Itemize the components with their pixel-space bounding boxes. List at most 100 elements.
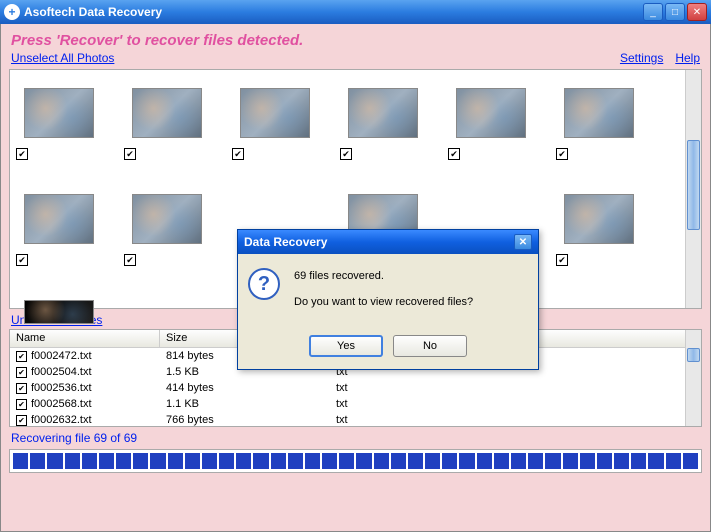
file-ext-cell: txt xyxy=(330,414,470,426)
progress-bar xyxy=(9,449,702,473)
photo-thumb[interactable]: ✔ xyxy=(338,76,428,176)
top-link-bar: Unselect All Photos Settings Help xyxy=(1,51,710,69)
photo-image[interactable] xyxy=(132,88,202,138)
titlebar: + Asoftech Data Recovery _ □ ✕ xyxy=(0,0,711,24)
dialog-title: Data Recovery xyxy=(244,235,327,249)
photo-checkbox[interactable]: ✔ xyxy=(16,148,28,160)
photo-image[interactable] xyxy=(564,194,634,244)
progress-segment xyxy=(477,453,492,469)
photos-scrollbar[interactable] xyxy=(685,70,701,308)
progress-segment xyxy=(271,453,286,469)
file-checkbox[interactable]: ✔ xyxy=(16,367,27,378)
progress-segment xyxy=(597,453,612,469)
photo-image[interactable] xyxy=(564,88,634,138)
file-checkbox[interactable]: ✔ xyxy=(16,351,27,362)
photo-thumb[interactable]: ✔ xyxy=(14,76,104,176)
window-buttons: _ □ ✕ xyxy=(643,3,707,21)
progress-segment xyxy=(185,453,200,469)
photo-thumb[interactable]: ✔ xyxy=(122,182,212,282)
photo-checkbox[interactable]: ✔ xyxy=(448,148,460,160)
photo-image[interactable] xyxy=(132,194,202,244)
photo-thumb[interactable]: ✔ xyxy=(554,76,644,176)
file-name-cell: ✔ f0002568.txt xyxy=(10,398,160,410)
photo-image[interactable] xyxy=(24,300,94,324)
progress-segment xyxy=(580,453,595,469)
photo-thumb[interactable]: ✔ xyxy=(446,76,536,176)
file-row[interactable]: ✔f0002632.txt766 bytestxt xyxy=(10,412,701,428)
progress-segment xyxy=(563,453,578,469)
photo-thumb[interactable]: ✔ xyxy=(230,76,320,176)
file-size-cell: 1.1 KB xyxy=(160,398,330,410)
close-button[interactable]: ✕ xyxy=(687,3,707,21)
file-checkbox[interactable]: ✔ xyxy=(16,415,27,426)
progress-segment xyxy=(202,453,217,469)
col-name[interactable]: Name xyxy=(10,330,160,347)
settings-link[interactable]: Settings xyxy=(620,51,663,65)
file-checkbox[interactable]: ✔ xyxy=(16,383,27,394)
progress-segment xyxy=(133,453,148,469)
progress-segment xyxy=(528,453,543,469)
dialog-text: 69 files recovered. Do you want to view … xyxy=(294,268,473,319)
file-ext-cell: txt xyxy=(330,382,470,394)
photo-thumb[interactable]: ✔ xyxy=(122,76,212,176)
photo-image[interactable] xyxy=(240,88,310,138)
yes-button[interactable]: Yes xyxy=(309,335,383,357)
progress-segment xyxy=(511,453,526,469)
progress-segment xyxy=(614,453,629,469)
progress-segment xyxy=(13,453,28,469)
window-title: Asoftech Data Recovery xyxy=(24,5,643,19)
progress-segment xyxy=(391,453,406,469)
progress-segment xyxy=(356,453,371,469)
progress-segment xyxy=(116,453,131,469)
file-row[interactable]: ✔ f0002568.txt 1.1 KBtxt xyxy=(10,396,701,412)
photo-checkbox[interactable]: ✔ xyxy=(232,148,244,160)
progress-segment xyxy=(219,453,234,469)
progress-segment xyxy=(30,453,45,469)
progress-segment xyxy=(99,453,114,469)
progress-segment xyxy=(288,453,303,469)
file-ext-cell: txt xyxy=(330,398,470,410)
minimize-button[interactable]: _ xyxy=(643,3,663,21)
progress-segment xyxy=(339,453,354,469)
photo-checkbox[interactable]: ✔ xyxy=(124,254,136,266)
dialog-close-button[interactable]: ✕ xyxy=(514,234,532,250)
photo-checkbox[interactable]: ✔ xyxy=(124,148,136,160)
instruction-text: Press 'Recover' to recover files detecte… xyxy=(1,24,710,51)
progress-segment xyxy=(236,453,251,469)
progress-segment xyxy=(253,453,268,469)
photo-image[interactable] xyxy=(348,88,418,138)
file-name-cell: ✔f0002504.txt xyxy=(10,366,160,378)
file-row[interactable]: ✔f0002536.txt414 bytestxt xyxy=(10,380,701,396)
status-text: Recovering file 69 of 69 xyxy=(1,427,710,447)
photo-image[interactable] xyxy=(24,194,94,244)
content-area: Press 'Recover' to recover files detecte… xyxy=(0,24,711,532)
progress-segment xyxy=(150,453,165,469)
maximize-button[interactable]: □ xyxy=(665,3,685,21)
files-scrollbar[interactable] xyxy=(685,330,701,426)
file-name: f0002536.txt xyxy=(31,382,92,394)
file-name-cell: ✔ f0002472.txt xyxy=(10,350,160,362)
unselect-all-photos-link[interactable]: Unselect All Photos xyxy=(11,51,114,65)
photo-image[interactable] xyxy=(24,88,94,138)
progress-segment xyxy=(683,453,698,469)
photo-thumb[interactable] xyxy=(14,288,104,328)
dialog-titlebar: Data Recovery ✕ xyxy=(238,230,538,254)
progress-segment xyxy=(666,453,681,469)
photo-image[interactable] xyxy=(456,88,526,138)
help-link[interactable]: Help xyxy=(675,51,700,65)
photo-checkbox[interactable]: ✔ xyxy=(556,254,568,266)
photo-thumb[interactable]: ✔ xyxy=(554,182,644,282)
progress-segment xyxy=(648,453,663,469)
photo-checkbox[interactable]: ✔ xyxy=(16,254,28,266)
file-name: f0002472.txt xyxy=(31,350,92,362)
photos-scrollbar-thumb[interactable] xyxy=(687,140,700,230)
photo-thumb[interactable]: ✔ xyxy=(14,182,104,282)
file-checkbox[interactable]: ✔ xyxy=(16,399,27,410)
dialog-line1: 69 files recovered. xyxy=(294,268,473,286)
files-scrollbar-thumb[interactable] xyxy=(687,348,700,362)
no-button[interactable]: No xyxy=(393,335,467,357)
photo-checkbox[interactable]: ✔ xyxy=(556,148,568,160)
file-name: f0002568.txt xyxy=(31,398,92,410)
dialog-line2: Do you want to view recovered files? xyxy=(294,294,473,312)
photo-checkbox[interactable]: ✔ xyxy=(340,148,352,160)
